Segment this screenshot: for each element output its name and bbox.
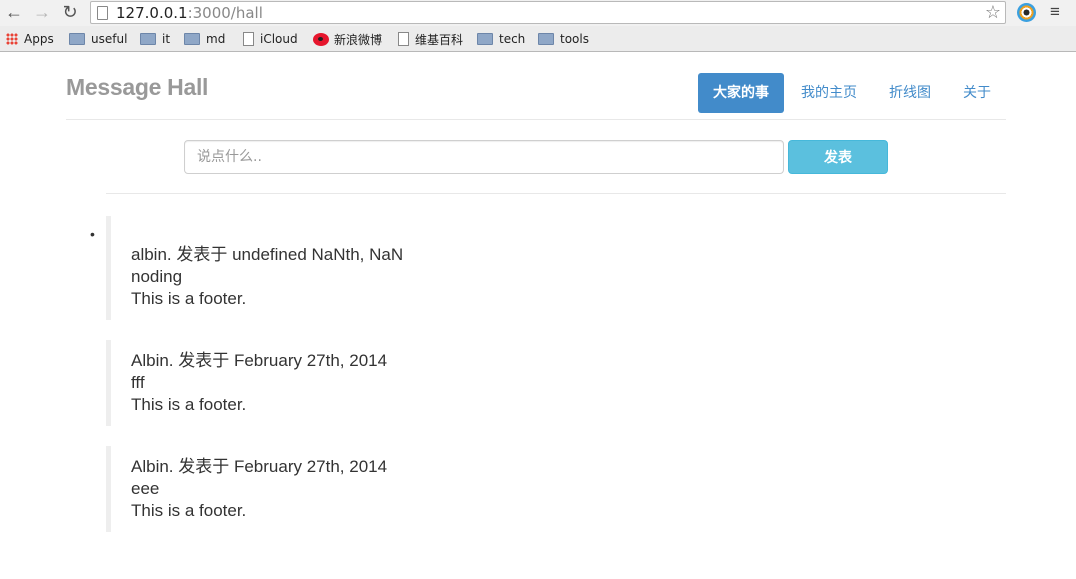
bookmark-tools[interactable]: tools xyxy=(538,31,589,47)
message-body: eee xyxy=(131,479,160,498)
message-item: albin. 发表于 undefined NaNth, NaN noding T… xyxy=(106,216,506,320)
bookmark-tech[interactable]: tech xyxy=(477,31,525,47)
forward-arrow-icon[interactable]: → xyxy=(32,2,52,22)
message-footer: This is a footer. xyxy=(131,501,247,520)
bookmark-weibo[interactable]: 新浪微博 xyxy=(313,31,382,47)
weibo-icon xyxy=(313,32,329,46)
tab-about[interactable]: 关于 xyxy=(952,73,1002,113)
brand-title[interactable]: Message Hall xyxy=(66,74,208,101)
bookmark-useful[interactable]: useful xyxy=(69,31,127,47)
message-header: Albin. 发表于 February 27th, 2014 xyxy=(131,457,388,476)
bookmark-apps[interactable]: Apps xyxy=(6,31,54,47)
tab-my-home[interactable]: 我的主页 xyxy=(792,73,866,113)
tab-line-chart[interactable]: 折线图 xyxy=(880,73,940,113)
message-item: Albin. 发表于 February 27th, 2014 eee This … xyxy=(106,446,506,532)
post-button[interactable]: 发表 xyxy=(788,140,888,174)
address-bar[interactable]: 127.0.0.1:3000/hall ☆ xyxy=(90,1,1006,24)
message-body: fff xyxy=(131,373,145,392)
compose-divider xyxy=(106,193,1006,194)
message-item: Albin. 发表于 February 27th, 2014 fff This … xyxy=(106,340,506,426)
folder-icon xyxy=(140,33,156,45)
bookmark-star-icon[interactable]: ☆ xyxy=(985,2,1001,23)
bookmark-wikipedia[interactable]: 维基百科 xyxy=(398,31,463,47)
bookmark-it[interactable]: it xyxy=(140,31,170,47)
message-footer: This is a footer. xyxy=(131,395,247,414)
message-header: albin. 发表于 undefined NaNth, NaN xyxy=(131,245,404,264)
message-header: Albin. 发表于 February 27th, 2014 xyxy=(131,351,388,370)
header-divider xyxy=(66,119,1006,120)
page-icon xyxy=(243,32,254,46)
folder-icon xyxy=(538,33,554,45)
message-input[interactable] xyxy=(184,140,784,174)
page-icon xyxy=(398,32,409,46)
message-footer: This is a footer. xyxy=(131,289,247,308)
message-body: noding xyxy=(131,267,183,286)
apps-grid-icon xyxy=(6,33,18,45)
bookmark-icloud[interactable]: iCloud xyxy=(243,31,298,47)
page-icon xyxy=(97,6,108,20)
bookmark-md[interactable]: md xyxy=(184,31,225,47)
folder-icon xyxy=(477,33,493,45)
url-text: 127.0.0.1:3000/hall xyxy=(116,4,263,22)
list-bullet: • xyxy=(90,226,95,242)
tab-hall[interactable]: 大家的事 xyxy=(698,73,784,113)
back-arrow-icon[interactable]: ← xyxy=(4,2,24,22)
extension-icon[interactable] xyxy=(1017,3,1036,22)
bookmarks-bar: Apps useful it md iCloud 新浪微博 维基百科 tech … xyxy=(0,26,1076,52)
reload-icon[interactable]: ↻ xyxy=(60,2,80,22)
folder-icon xyxy=(69,33,85,45)
menu-icon[interactable]: ≡ xyxy=(1050,3,1064,21)
browser-toolbar: ← → ↻ 127.0.0.1:3000/hall ☆ ≡ xyxy=(0,0,1076,26)
folder-icon xyxy=(184,33,200,45)
